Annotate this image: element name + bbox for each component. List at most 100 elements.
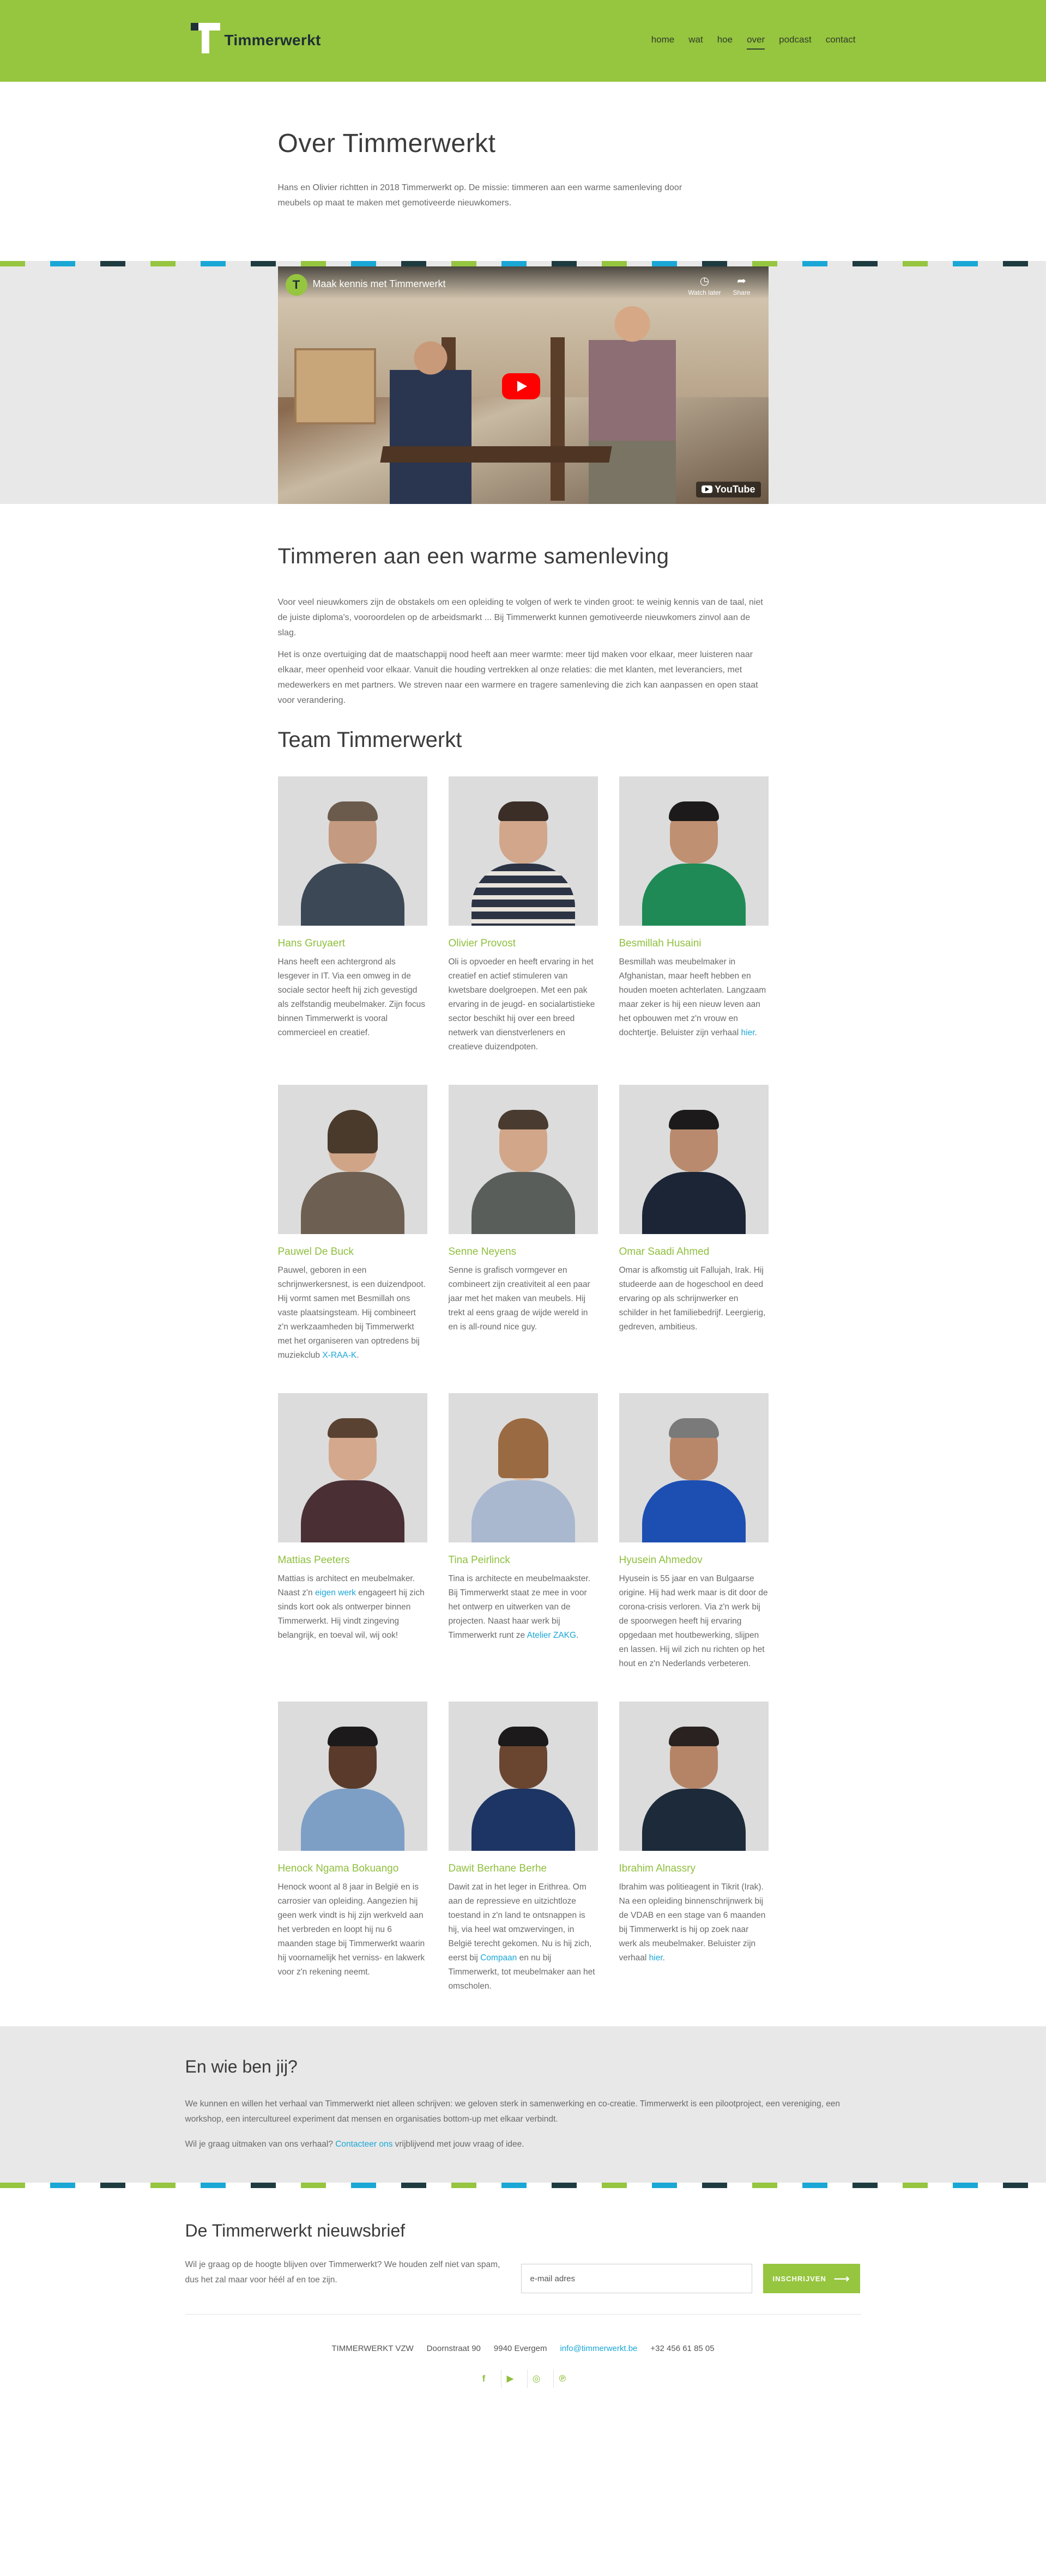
newsletter-title: De Timmerwerkt nieuwsbrief [185, 2221, 406, 2240]
nav-over[interactable]: over [747, 34, 765, 50]
arrow-right-icon: ⟶ [833, 2273, 850, 2285]
youtube-icon [702, 485, 713, 493]
youtube-logo[interactable]: YouTube [696, 482, 761, 497]
who-paragraph: We kunnen en willen het verhaal van Timm… [185, 2099, 841, 2124]
member-bio: Dawit zat in het leger in Erithrea. Om a… [448, 1882, 595, 1991]
compaan-link[interactable]: Compaan [480, 1953, 517, 1963]
social-links: f ▶ ◎ ℗ [185, 2370, 861, 2388]
story-link[interactable]: hier [649, 1953, 663, 1963]
email-field[interactable] [521, 2264, 752, 2293]
team-member: Besmillah Husaini Besmillah was meubelma… [619, 776, 769, 1054]
intro-section: Over Timmerwerkt Hans en Olivier richtte… [278, 82, 769, 211]
xraak-link[interactable]: X-RAA-K [322, 1351, 356, 1360]
logo[interactable]: Timmerwerkt [190, 23, 321, 53]
team-title: Team Timmerwerkt [277, 728, 462, 752]
team-member: Olivier Provost Oli is opvoeder en heeft… [448, 776, 598, 1054]
member-bio: Hyusein is 55 jaar en van Bulgaarse orig… [619, 1574, 768, 1668]
newsletter-text: Wil je graag op de hoogte blijven over T… [185, 2260, 500, 2285]
member-bio: Hans heeft een achtergrond als lesgever … [277, 957, 426, 1037]
nav-wat[interactable]: wat [688, 34, 703, 50]
member-photo [277, 1085, 427, 1234]
member-photo [277, 1702, 427, 1851]
who-section: En wie ben jij? We kunnen en willen het … [0, 2026, 1046, 2183]
member-name: Dawit Berhane Berhe [448, 1863, 547, 1874]
team-member: Hyusein Ahmedov Hyusein is 55 jaar en va… [619, 1393, 769, 1671]
who-paragraph: Wil je graag uitmaken van ons verhaal? C… [185, 2140, 524, 2149]
member-name: Ibrahim Alnassry [619, 1863, 696, 1874]
dashed-divider [0, 2183, 1046, 2188]
team-grid: Hans Gruyaert Hans heeft een achtergrond… [277, 776, 769, 1994]
member-name: Hans Gruyaert [277, 938, 346, 949]
video-player[interactable]: T Maak kennis met Timmerwerkt ◷ Watch la… [277, 266, 769, 504]
team-member: Henock Ngama Bokuango Henock woont al 8 … [277, 1702, 427, 1994]
share-icon: ➦ [737, 275, 746, 287]
contact-link[interactable]: Contacteer ons [335, 2140, 392, 2149]
nav-podcast[interactable]: podcast [779, 34, 812, 50]
video-section: T Maak kennis met Timmerwerkt ◷ Watch la… [0, 261, 1046, 504]
member-bio: Mattias is architect en meubelmaker. Naa… [277, 1574, 425, 1640]
story-link[interactable]: hier [741, 1028, 755, 1037]
mission-paragraph: Het is onze overtuiging dat de maatschap… [277, 650, 758, 705]
subscribe-button[interactable]: INSCHRIJVEN ⟶ [763, 2264, 860, 2293]
team-member: Dawit Berhane Berhe Dawit zat in het leg… [448, 1702, 598, 1994]
watch-later-button[interactable]: ◷ Watch later [686, 274, 724, 296]
video-thumbnail-person [389, 332, 471, 504]
footer-phone: +32 456 61 85 05 [650, 2344, 715, 2353]
logo-mark-icon [190, 23, 221, 53]
youtube-icon[interactable]: ▶ [500, 2370, 519, 2388]
nav-home[interactable]: home [651, 34, 675, 50]
member-bio: Ibrahim was politieagent in Tikrit (Irak… [619, 1882, 766, 1963]
footer-email-link[interactable]: info@timmerwerkt.be [560, 2344, 637, 2353]
team-member: Omar Saadi Ahmed Omar is afkomstig uit F… [619, 1085, 769, 1363]
page-title: Over Timmerwerkt [277, 129, 496, 158]
member-photo [448, 1702, 598, 1851]
footer-street: Doornstraat 90 [426, 2344, 481, 2353]
pinterest-icon[interactable]: ℗ [553, 2370, 572, 2388]
member-name: Hyusein Ahmedov [619, 1554, 703, 1566]
video-thumbnail-person [588, 299, 676, 504]
member-photo [277, 776, 427, 926]
member-bio: Tina is architecte en meubelmaakster. Bi… [448, 1574, 590, 1640]
member-name: Henock Ngama Bokuango [277, 1863, 399, 1874]
member-photo [448, 776, 598, 926]
play-icon[interactable] [501, 373, 540, 399]
team-member: Tina Peirlinck Tina is architecte en meu… [448, 1393, 598, 1671]
who-text: We kunnen en willen het verhaal van Timm… [185, 2097, 861, 2152]
member-bio: Pauwel, geboren in een schrijnwerkersnes… [277, 1266, 426, 1360]
member-bio: Henock woont al 8 jaar in België en is c… [277, 1882, 425, 1977]
member-photo [448, 1085, 598, 1234]
member-photo [448, 1393, 598, 1542]
team-member: Ibrahim Alnassry Ibrahim was politieagen… [619, 1702, 769, 1994]
member-bio: Besmillah was meubelmaker in Afghanistan… [619, 957, 766, 1037]
video-channel-avatar[interactable]: T [285, 274, 307, 296]
member-photo [619, 776, 769, 926]
member-name: Besmillah Husaini [619, 938, 702, 949]
team-member: Senne Neyens Senne is grafisch vormgever… [448, 1085, 598, 1363]
logo-text: Timmerwerkt [224, 32, 321, 48]
member-name: Senne Neyens [448, 1246, 517, 1257]
intro-text: Hans en Olivier richtten in 2018 Timmerw… [277, 183, 682, 208]
own-work-link[interactable]: eigen werk [315, 1588, 356, 1597]
mission-section: Timmeren aan een warme samenleving Voor … [277, 504, 769, 1994]
video-title[interactable]: Maak kennis met Timmerwerkt [313, 278, 446, 290]
member-name: Pauwel De Buck [277, 1246, 354, 1257]
nav-hoe[interactable]: hoe [717, 34, 733, 50]
member-bio: Senne is grafisch vormgever en combineer… [448, 1266, 590, 1332]
nav-contact[interactable]: contact [826, 34, 856, 50]
share-button[interactable]: ➦ Share [723, 274, 761, 296]
footer-city: 9940 Evergem [493, 2344, 547, 2353]
member-name: Tina Peirlinck [448, 1554, 510, 1566]
footer-org: TIMMERWERKT VZW [331, 2344, 414, 2353]
member-name: Mattias Peeters [277, 1554, 350, 1566]
clock-icon: ◷ [699, 275, 710, 287]
member-bio: Oli is opvoeder en heeft ervaring in het… [448, 957, 595, 1052]
dashed-divider [0, 261, 1046, 266]
site-header: Timmerwerkt home wat hoe over podcast co… [0, 0, 1046, 82]
facebook-icon[interactable]: f [475, 2370, 493, 2388]
member-name: Omar Saadi Ahmed [619, 1246, 710, 1257]
who-title: En wie ben jij? [185, 2057, 298, 2076]
atelier-link[interactable]: Atelier ZAKG [527, 1631, 576, 1640]
team-member: Pauwel De Buck Pauwel, geboren in een sc… [277, 1085, 427, 1363]
member-photo [619, 1085, 769, 1234]
instagram-icon[interactable]: ◎ [527, 2370, 546, 2388]
